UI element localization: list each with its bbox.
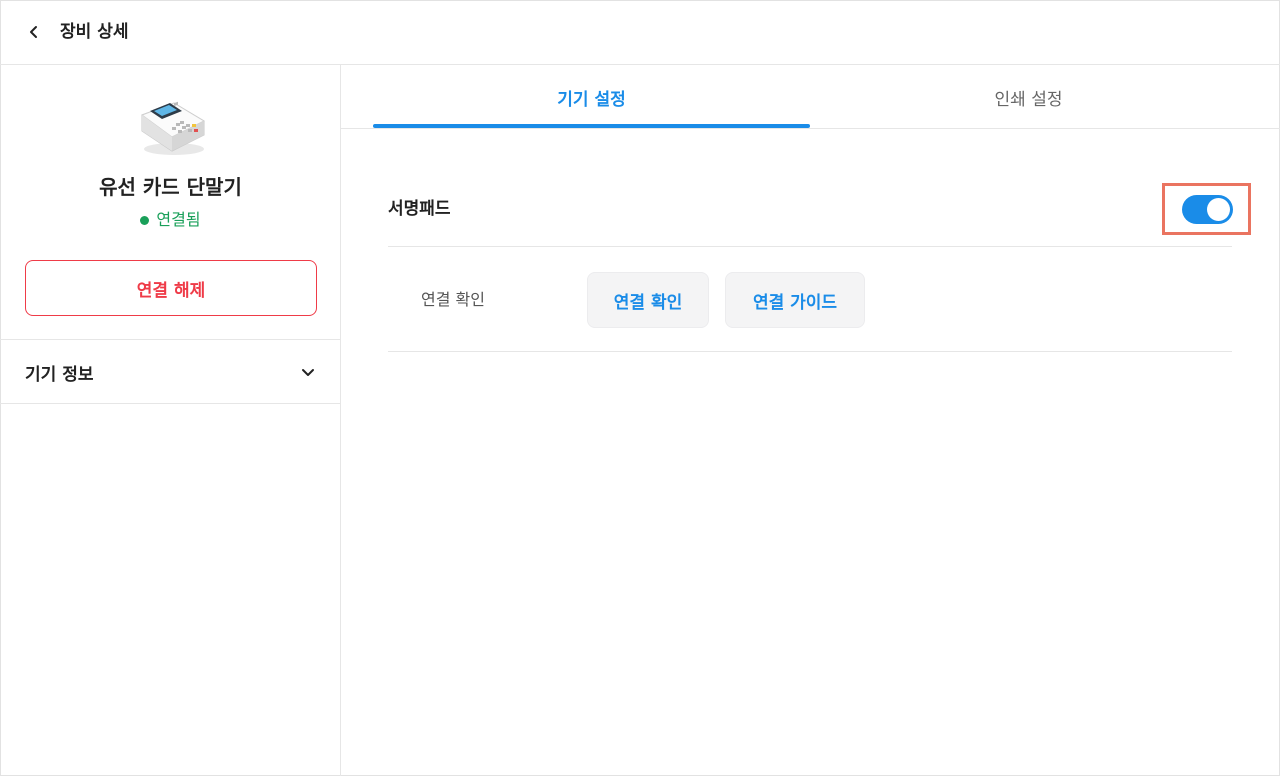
device-info-label: 기기 정보: [25, 364, 94, 385]
main-content: 기기 설정 인쇄 설정 서명패드 연결 확인 연결 확인 연결 가이드: [341, 65, 1280, 776]
disconnect-button[interactable]: 연결 해제: [25, 260, 317, 316]
signpad-toggle[interactable]: [1182, 195, 1233, 224]
device-name: 유선 카드 단말기: [99, 175, 242, 199]
chevron-left-icon: [30, 26, 37, 38]
signpad-label: 서명패드: [388, 199, 451, 219]
toggle-highlight-box: [1162, 183, 1251, 235]
status-label: 연결됨: [156, 210, 201, 229]
device-info-toggle[interactable]: 기기 정보: [0, 340, 341, 404]
active-tab-indicator: [373, 124, 810, 128]
back-button[interactable]: [22, 20, 46, 44]
connection-check-label: 연결 확인: [421, 290, 485, 309]
toggle-knob: [1207, 198, 1230, 221]
page-title: 장비 상세: [60, 22, 129, 42]
tab-bar: 기기 설정 인쇄 설정: [341, 65, 1280, 129]
sidebar: 유선 카드 단말기 연결됨 연결 해제 기기 정보: [0, 65, 341, 776]
connection-guide-button[interactable]: 연결 가이드: [725, 272, 865, 328]
connection-check-button[interactable]: 연결 확인: [587, 272, 709, 328]
connection-status: 연결됨: [0, 208, 341, 232]
signpad-row: 서명패드: [388, 183, 1251, 247]
card-terminal-image: [136, 91, 208, 159]
chevron-down-icon: [302, 369, 314, 376]
header: 장비 상세: [0, 0, 1280, 65]
sidebar-divider: [0, 403, 341, 404]
status-dot-icon: [140, 215, 150, 225]
tab-device-settings[interactable]: 기기 설정: [373, 65, 810, 129]
connection-check-row: 연결 확인 연결 확인 연결 가이드: [388, 248, 1232, 352]
tab-print-settings[interactable]: 인쇄 설정: [810, 65, 1247, 129]
